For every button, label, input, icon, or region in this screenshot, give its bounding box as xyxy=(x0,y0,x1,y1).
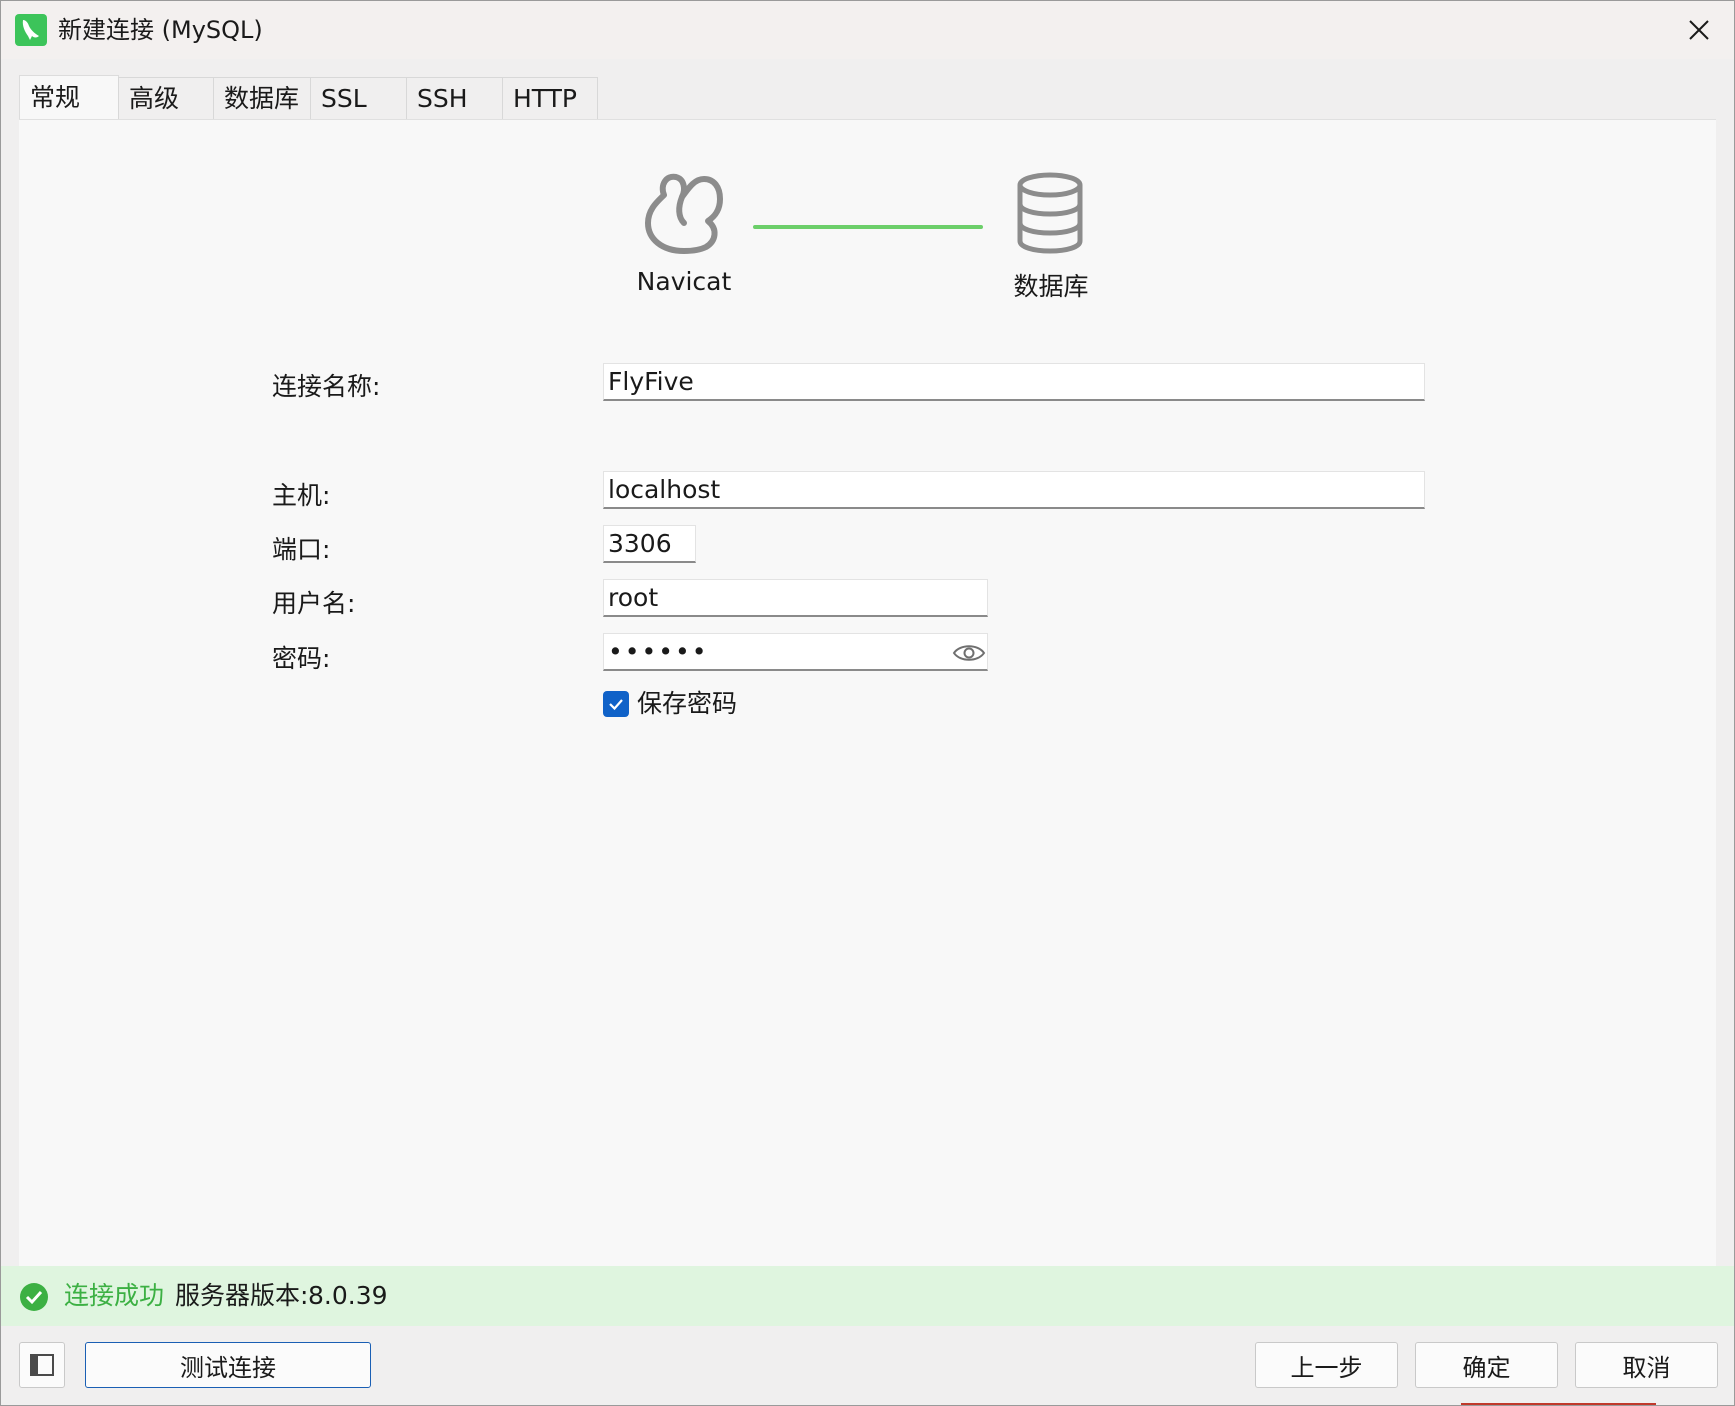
host-input[interactable] xyxy=(603,471,1425,509)
database-label: 数据库 xyxy=(1013,272,1089,301)
save-password-checkbox[interactable] xyxy=(603,691,629,717)
connection-link-line xyxy=(753,225,983,229)
password-label: 密码: xyxy=(272,644,331,673)
previous-button[interactable]: 上一步 xyxy=(1255,1342,1398,1388)
username-input[interactable] xyxy=(603,579,988,617)
tab-general[interactable]: 常规 xyxy=(19,75,119,119)
port-label: 端口: xyxy=(272,535,331,564)
password-input[interactable] xyxy=(603,633,988,671)
tab-strip: 常规 高级 数据库 SSL SSH HTTP xyxy=(19,75,598,120)
checkmark-icon xyxy=(609,699,623,711)
navicat-logo-icon xyxy=(645,173,723,254)
tab-database[interactable]: 数据库 xyxy=(213,77,311,119)
database-icon xyxy=(1017,172,1083,254)
host-label: 主机: xyxy=(272,481,331,510)
server-version-value: 8.0.39 xyxy=(308,1281,388,1310)
connection-name-label: 连接名称: xyxy=(272,372,381,401)
navicat-app-icon xyxy=(15,14,47,46)
username-label: 用户名: xyxy=(272,589,356,618)
save-password-label[interactable]: 保存密码 xyxy=(637,687,737,721)
connection-name-input[interactable] xyxy=(603,363,1425,401)
tab-ssh[interactable]: SSH xyxy=(406,77,503,119)
title-bar: 新建连接 (MySQL) xyxy=(1,1,1734,59)
cancel-button[interactable]: 取消 xyxy=(1575,1342,1718,1388)
general-panel xyxy=(19,119,1716,1266)
eye-icon xyxy=(952,645,986,661)
status-message: 连接成功 xyxy=(64,1281,165,1310)
server-version-label: 服务器版本: xyxy=(175,1281,309,1310)
new-connection-dialog: 新建连接 (MySQL) 常规 高级 数据库 SSL SSH HTTP Navi… xyxy=(0,0,1735,1406)
window-title: 新建连接 (MySQL) xyxy=(58,16,263,44)
tab-advanced[interactable]: 高级 xyxy=(118,77,214,119)
check-circle-icon xyxy=(20,1283,48,1311)
sidebar-toggle-button[interactable] xyxy=(19,1342,65,1388)
tab-http[interactable]: HTTP xyxy=(502,77,598,119)
test-connection-button[interactable]: 测试连接 xyxy=(85,1342,371,1388)
ok-button[interactable]: 确定 xyxy=(1415,1342,1558,1388)
tab-ssl[interactable]: SSL xyxy=(310,77,407,119)
connection-status-bar: 连接成功 服务器版本: 8.0.39 xyxy=(1,1266,1734,1326)
close-button[interactable] xyxy=(1667,7,1731,53)
close-icon xyxy=(1689,20,1709,40)
navicat-label: Navicat xyxy=(636,267,732,296)
dialog-footer: 测试连接 上一步 确定 取消 xyxy=(1,1326,1734,1405)
port-input[interactable] xyxy=(603,525,696,563)
sidebar-toggle-icon xyxy=(30,1354,54,1376)
show-password-button[interactable] xyxy=(949,637,989,669)
